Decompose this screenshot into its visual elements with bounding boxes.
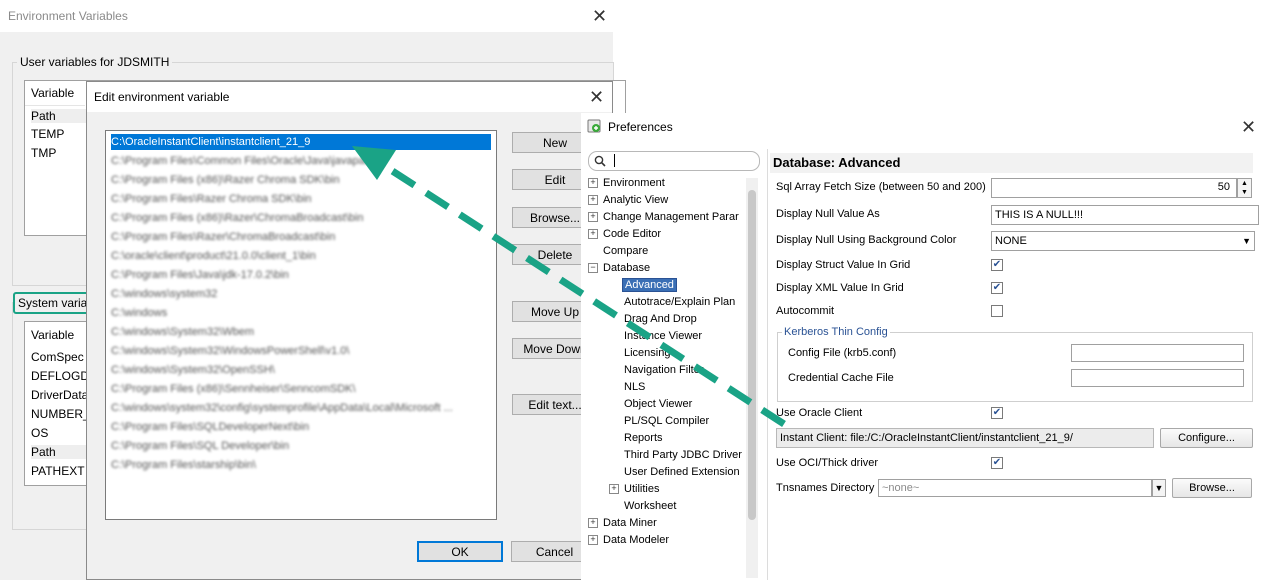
annotation-arrow-line [378, 160, 786, 427]
annotation-arrowhead [352, 146, 396, 180]
annotation-arrow [352, 146, 786, 427]
